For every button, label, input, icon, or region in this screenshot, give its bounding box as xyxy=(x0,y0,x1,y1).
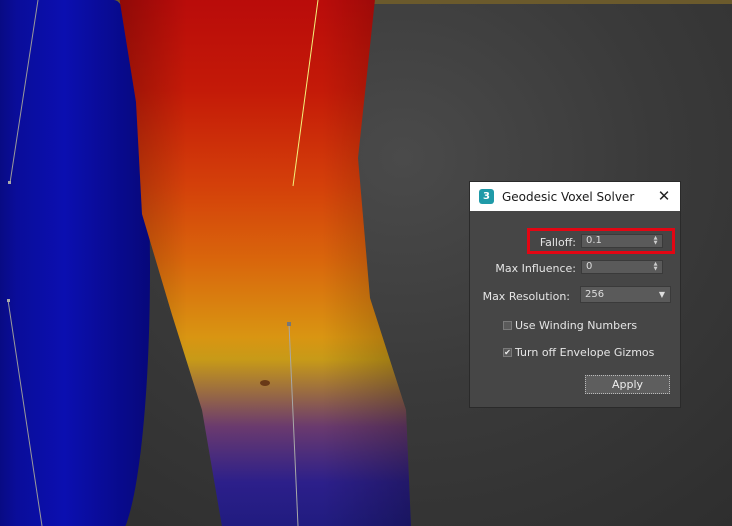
dialog-title: Geodesic Voxel Solver xyxy=(502,189,635,204)
falloff-label: Falloff: xyxy=(539,236,576,249)
bone-lower-left xyxy=(7,299,43,526)
geodesic-voxel-solver-dialog: 3 Geodesic Voxel Solver ✕ Falloff: 0.1 ▲… xyxy=(469,181,681,408)
bone-joint-left-2 xyxy=(7,299,10,302)
close-icon[interactable]: ✕ xyxy=(656,188,672,204)
max-influence-spinner[interactable]: 0 ▲ ▼ xyxy=(581,260,663,274)
use-winding-numbers-option[interactable]: Use Winding Numbers xyxy=(503,319,637,332)
knee-spot xyxy=(260,380,270,386)
bone-joint-left-1 xyxy=(8,181,11,184)
spinner-arrows-icon[interactable]: ▲ ▼ xyxy=(652,236,659,246)
falloff-value: 0.1 xyxy=(586,235,602,246)
bone-lower-right xyxy=(288,323,299,526)
max-influence-label: Max Influence: xyxy=(495,262,576,275)
bone-upper-right-selected xyxy=(292,0,319,187)
max-resolution-dropdown[interactable]: 256 ▼ xyxy=(580,286,671,303)
3ds-max-icon: 3 xyxy=(479,189,494,204)
chevron-down-icon: ▼ xyxy=(658,290,665,299)
turn-off-envelope-gizmos-label: Turn off Envelope Gizmos xyxy=(515,346,655,359)
bone-upper-left xyxy=(9,0,39,184)
turn-off-envelope-gizmos-option[interactable]: ✔ Turn off Envelope Gizmos xyxy=(503,346,654,359)
apply-button[interactable]: Apply xyxy=(585,375,670,394)
turn-off-envelope-gizmos-checkbox[interactable]: ✔ xyxy=(503,348,512,357)
spinner-arrows-icon[interactable]: ▲ ▼ xyxy=(652,262,659,272)
max-influence-value: 0 xyxy=(586,261,593,272)
dialog-titlebar[interactable]: 3 Geodesic Voxel Solver ✕ xyxy=(470,182,680,211)
use-winding-numbers-checkbox[interactable] xyxy=(503,321,512,330)
falloff-spinner[interactable]: 0.1 ▲ ▼ xyxy=(581,234,663,248)
use-winding-numbers-label: Use Winding Numbers xyxy=(515,319,638,332)
bone-joint-right xyxy=(287,322,291,326)
max-resolution-label: Max Resolution: xyxy=(482,290,570,303)
max-resolution-value: 256 xyxy=(585,289,605,300)
